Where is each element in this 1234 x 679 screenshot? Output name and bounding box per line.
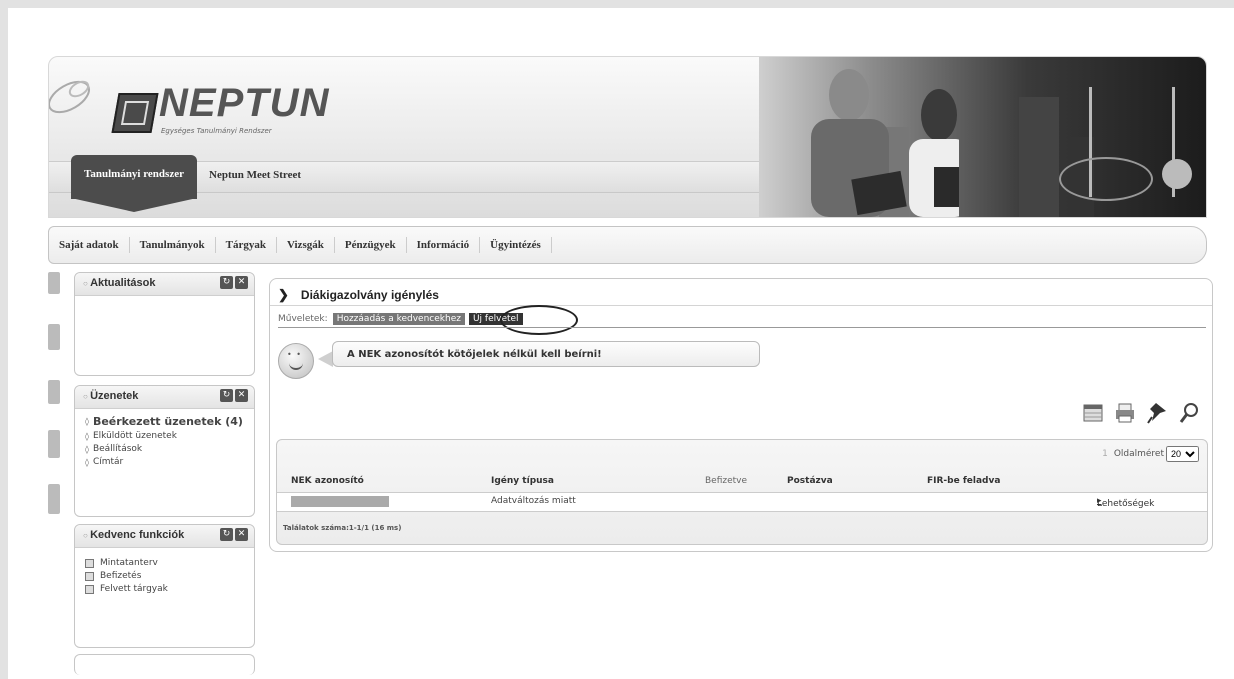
messages-settings-link[interactable]: ◊ Beállítások: [85, 444, 254, 454]
table-settings-icon[interactable]: [1082, 401, 1104, 425]
column-header[interactable]: Igény típusa: [491, 476, 554, 486]
banner-photo: [759, 57, 1206, 217]
tab-neptun-meet-street[interactable]: Neptun Meet Street: [209, 169, 301, 181]
refresh-icon[interactable]: ↻: [220, 276, 233, 289]
operations-label: Műveletek:: [278, 314, 328, 324]
pager: 1 Oldalméret 20: [1102, 446, 1199, 462]
main-menu: Saját adatok Tanulmányok Tárgyak Vizsgák…: [48, 226, 1207, 264]
shortcut-icon[interactable]: [48, 484, 60, 514]
smiley-icon: [278, 343, 314, 379]
column-header[interactable]: NEK azonosító: [291, 476, 364, 486]
banner-badge-icon: [1162, 159, 1192, 189]
shortcut-icon[interactable]: [48, 324, 60, 350]
messages-box: Üzenetek ↻ ✕ ◊Beérkezett üzenetek (4) ◊E…: [74, 385, 255, 517]
tab-tanulmanyi-rendszer[interactable]: Tanulmányi rendszer: [71, 155, 197, 199]
table-row: Adatváltozás miatt Lehetőségek ▸: [277, 492, 1207, 512]
request-type-cell: Adatváltozás miatt: [491, 496, 576, 506]
menu-vizsgak[interactable]: Vizsgák: [277, 237, 335, 253]
favorite-mintatanterv[interactable]: Mintatanterv: [85, 558, 254, 568]
results-count: Találatok száma:1-1/1 (16 ms): [283, 524, 402, 532]
close-icon[interactable]: ✕: [235, 389, 248, 402]
favorite-befizetes[interactable]: Befizetés: [85, 571, 254, 581]
results-table-panel: 1 Oldalméret 20 NEK azonosító Igény típu…: [276, 439, 1208, 545]
close-icon[interactable]: ✕: [235, 528, 248, 541]
column-header[interactable]: Postázva: [787, 476, 833, 486]
news-box: Aktualitások ↻ ✕: [74, 272, 255, 376]
favorites-box: Kedvenc funkciók ↻ ✕ Mintatanterv Befize…: [74, 524, 255, 648]
logo-subtitle: Egységes Tanulmányi Rendszer: [161, 127, 272, 135]
shortcut-icon[interactable]: [48, 430, 60, 458]
column-header[interactable]: Befizetve: [705, 476, 747, 486]
menu-tanulmanyok[interactable]: Tanulmányok: [130, 237, 216, 253]
tab-active-pointer: [71, 198, 197, 212]
student-photo-icon: [811, 69, 959, 217]
main-panel: ❯ Diákigazolvány igénylés Műveletek: Hozz…: [269, 278, 1213, 552]
page-title: ❯ Diákigazolvány igénylés: [278, 287, 439, 302]
page: NEPTUN Egységes Tanulmányi Rendszer Tanu…: [8, 8, 1234, 679]
messages-sent-link[interactable]: ◊ Elküldött üzenetek: [85, 431, 254, 441]
messages-box-title: Üzenetek: [83, 390, 138, 402]
menu-penzugyek[interactable]: Pénzügyek: [335, 237, 407, 253]
page-number[interactable]: 1: [1102, 449, 1108, 459]
menu-sajat-adatok[interactable]: Saját adatok: [49, 237, 130, 253]
shortcut-icon[interactable]: [48, 272, 60, 294]
news-box-title: Aktualitások: [83, 277, 155, 289]
chevron-right-icon: ❯: [278, 287, 289, 302]
pin-icon[interactable]: [1146, 401, 1168, 425]
shortcut-icon[interactable]: [48, 380, 60, 404]
refresh-icon[interactable]: ↻: [220, 528, 233, 541]
info-message: A NEK azonosítót kötőjelek nélkül kell b…: [332, 341, 760, 367]
logo-icon: [111, 93, 159, 133]
logo-swirl-icon: [49, 80, 90, 114]
highlight-circle: [500, 305, 578, 335]
refresh-icon[interactable]: ↻: [220, 389, 233, 402]
table-header: NEK azonosító Igény típusa Befizetve Pos…: [277, 470, 1207, 492]
header-banner: NEPTUN Egységes Tanulmányi Rendszer Tanu…: [48, 56, 1207, 218]
toolbar-icons: [1082, 401, 1200, 425]
logo-text: NEPTUN: [159, 81, 330, 125]
menu-ugyintezes[interactable]: Ügyintézés: [480, 237, 552, 253]
column-header[interactable]: FIR-be feladva: [927, 476, 1000, 486]
search-icon[interactable]: [1178, 401, 1200, 425]
redacted-nek-id: [291, 496, 389, 507]
left-shortcut-strip: [48, 272, 62, 522]
operations-bar: Műveletek: Hozzáadás a kedvencekhez Új f…: [278, 305, 578, 335]
options-link[interactable]: Lehetőségek ▸: [1097, 496, 1154, 509]
favorites-box-title: Kedvenc funkciók: [83, 529, 184, 541]
favorite-felvett-targyak[interactable]: Felvett tárgyak: [85, 584, 254, 594]
messages-directory-link[interactable]: ◊ Címtár: [85, 457, 254, 467]
page-size-label: Oldalméret: [1113, 449, 1164, 459]
menu-targyak[interactable]: Tárgyak: [216, 237, 277, 253]
messages-inbox-link[interactable]: ◊ Beérkezett üzenetek (4): [85, 415, 254, 428]
page-size-select[interactable]: 20: [1166, 446, 1199, 462]
print-icon[interactable]: [1114, 401, 1136, 425]
add-to-favorites-button[interactable]: Hozzáadás a kedvencekhez: [332, 313, 465, 325]
sidebar-box-partial: [74, 654, 255, 675]
menu-informacio[interactable]: Információ: [407, 237, 481, 253]
close-icon[interactable]: ✕: [235, 276, 248, 289]
